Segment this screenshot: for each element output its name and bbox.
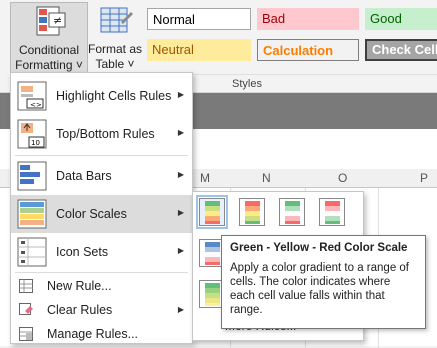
submenu-arrow-icon: ▶ xyxy=(177,208,184,217)
color-scale-tooltip: Green - Yellow - Red Color Scale Apply a… xyxy=(221,235,426,329)
style-check-cell[interactable]: Check Cell xyxy=(365,39,437,61)
menu-item-new-rule[interactable]: New Rule... xyxy=(11,274,192,298)
style-bad[interactable]: Bad xyxy=(257,8,359,30)
swatch-green-yellow-red[interactable] xyxy=(196,195,228,229)
menu-item-label: Icon Sets xyxy=(56,245,109,259)
swatch-green-white-red[interactable] xyxy=(279,198,305,226)
column-header-m[interactable]: M xyxy=(200,171,210,185)
menu-item-icon-sets[interactable]: Icon Sets ▶ xyxy=(11,233,192,271)
manage-rules-icon xyxy=(19,327,33,341)
submenu-arrow-icon: ▶ xyxy=(177,246,184,255)
column-header-n[interactable]: N xyxy=(262,171,271,185)
data-bars-icon xyxy=(17,161,47,191)
top-bottom-rules-icon: 10 xyxy=(17,119,47,149)
menu-item-data-bars[interactable]: Data Bars ▶ xyxy=(11,157,192,195)
menu-item-top-bottom-rules[interactable]: 10 Top/Bottom Rules ▶ xyxy=(11,115,192,153)
menu-item-label: Highlight Cells Rules xyxy=(56,89,172,103)
style-neutral[interactable]: Neutral xyxy=(147,39,251,61)
menu-item-label: New Rule... xyxy=(47,279,112,293)
conditional-formatting-label: Conditional xyxy=(18,43,80,57)
svg-text:<>: <> xyxy=(30,101,42,109)
svg-text:10: 10 xyxy=(31,139,40,147)
menu-item-highlight-cells-rules[interactable]: <> Highlight Cells Rules ▶ xyxy=(11,77,192,115)
format-as-table-label: Format as xyxy=(87,42,142,56)
new-rule-icon xyxy=(19,279,33,293)
conditional-formatting-icon: ≠ xyxy=(29,5,69,41)
svg-text:≠: ≠ xyxy=(53,14,62,27)
styles-group-label: Styles xyxy=(232,78,262,90)
style-normal[interactable]: Normal xyxy=(147,8,251,30)
format-as-table-icon xyxy=(95,4,135,40)
menu-item-label: Manage Rules... xyxy=(47,327,139,341)
menu-divider xyxy=(15,272,188,273)
conditional-formatting-button[interactable]: ≠ Conditional Formatting ˅ xyxy=(10,2,88,74)
format-as-table-label-2: Table ˅ xyxy=(95,57,135,71)
submenu-arrow-icon: ▶ xyxy=(177,305,184,314)
tooltip-body: Apply a color gradient to a range of cel… xyxy=(230,262,410,316)
menu-item-color-scales[interactable]: Color Scales ▶ xyxy=(11,195,192,233)
submenu-arrow-icon: ▶ xyxy=(177,90,184,99)
menu-item-label: Data Bars xyxy=(56,169,112,183)
menu-item-label: Top/Bottom Rules xyxy=(56,127,155,141)
format-as-table-button[interactable]: Format as Table ˅ xyxy=(86,2,144,72)
menu-divider xyxy=(15,155,188,156)
menu-item-label: Color Scales xyxy=(56,207,127,221)
menu-item-manage-rules[interactable]: Manage Rules... xyxy=(11,322,192,346)
submenu-arrow-icon: ▶ xyxy=(177,170,184,179)
swatch-red-yellow-green[interactable] xyxy=(239,198,265,226)
column-header-o[interactable]: O xyxy=(338,171,347,185)
clear-rules-icon xyxy=(19,303,33,317)
conditional-formatting-label-2: Formatting ˅ xyxy=(15,58,83,72)
cell-styles-gallery: Normal Bad Good Neutral Calculation Chec… xyxy=(147,8,437,66)
conditional-formatting-menu: <> Highlight Cells Rules ▶ 10 Top/Bottom… xyxy=(10,72,193,344)
tooltip-title: Green - Yellow - Red Color Scale xyxy=(230,242,408,254)
highlight-cells-rules-icon: <> xyxy=(17,81,47,111)
color-scales-icon xyxy=(17,199,47,229)
column-header-p[interactable]: P xyxy=(420,171,428,185)
icon-sets-icon xyxy=(17,237,47,267)
menu-item-clear-rules[interactable]: Clear Rules ▶ xyxy=(11,298,192,322)
submenu-arrow-icon: ▶ xyxy=(177,128,184,137)
menu-item-label: Clear Rules xyxy=(47,303,113,317)
style-calculation[interactable]: Calculation xyxy=(257,39,359,61)
style-good[interactable]: Good xyxy=(365,8,437,30)
swatch-red-white-green[interactable] xyxy=(319,198,345,226)
